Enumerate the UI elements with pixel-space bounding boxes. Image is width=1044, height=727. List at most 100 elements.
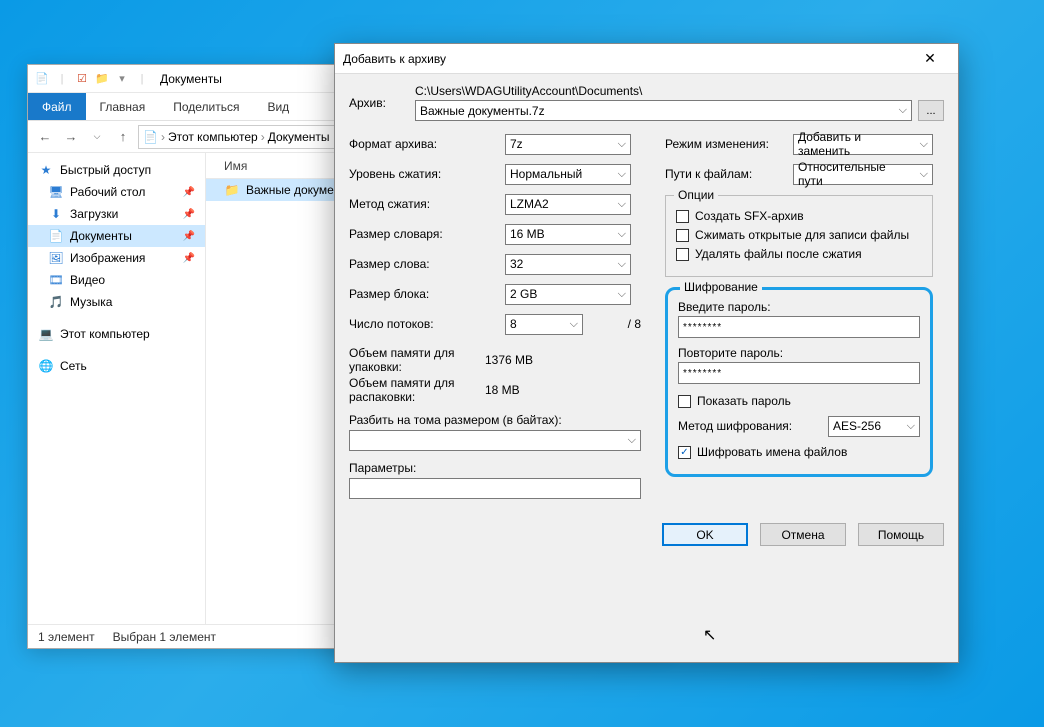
encryption-group: Шифрование Введите пароль: ******** Повт… — [665, 287, 933, 477]
explorer-app-icon: 📄 — [34, 71, 50, 87]
opt-shared-checkbox[interactable]: Сжимать открытые для записи файлы — [676, 228, 922, 242]
archive-path: C:\Users\WDAGUtilityAccount\Documents\ — [415, 84, 944, 98]
cancel-button[interactable]: Отмена — [760, 523, 846, 546]
threads-combo[interactable]: 8 — [505, 314, 583, 335]
qat-divider: | — [54, 71, 70, 87]
format-combo[interactable]: 7z — [505, 134, 631, 155]
split-label: Разбить на тома размером (в байтах): — [349, 413, 641, 427]
checkbox-icon — [678, 395, 691, 408]
sidebar: ★Быстрый доступ 🖥Рабочий стол📌 ⬇Загрузки… — [28, 153, 206, 624]
sidebar-music[interactable]: 🎵Музыка — [28, 291, 205, 313]
options-legend: Опции — [674, 188, 718, 202]
password-input[interactable]: ******** — [678, 316, 920, 338]
opt-sfx-checkbox[interactable]: Создать SFX-архив — [676, 209, 922, 223]
pw2-label: Повторите пароль: — [678, 346, 920, 360]
dialog-buttons: OK Отмена Помощь — [335, 513, 958, 560]
qat-dropdown-icon[interactable]: ▾ — [114, 71, 130, 87]
sidebar-pictures[interactable]: 🖼Изображения📌 — [28, 247, 205, 269]
pc-icon: 💻 — [38, 326, 54, 342]
tab-file[interactable]: Файл — [28, 93, 86, 120]
breadcrumb-folder-icon: 📄 — [143, 130, 158, 144]
folder-icon: 📁 — [224, 182, 240, 198]
show-password-checkbox[interactable]: Показать пароль — [678, 394, 920, 408]
dialog-titlebar: Добавить к архиву ✕ — [335, 44, 958, 74]
encrypt-names-checkbox[interactable]: ✓Шифровать имена файлов — [678, 445, 920, 459]
mem-pack-value: 1376 MB — [485, 353, 641, 367]
tab-share[interactable]: Поделиться — [159, 93, 253, 120]
checkbox-icon — [676, 229, 689, 242]
mem-unpack-value: 18 MB — [485, 383, 641, 397]
password-confirm-input[interactable]: ******** — [678, 362, 920, 384]
checkbox-icon — [676, 210, 689, 223]
format-label: Формат архива: — [349, 137, 505, 151]
method-combo[interactable]: LZMA2 — [505, 194, 631, 215]
videos-icon: 🎞 — [48, 272, 64, 288]
nav-recent-icon[interactable]: ⌵ — [86, 126, 108, 148]
checkbox-icon — [676, 248, 689, 261]
sidebar-downloads[interactable]: ⬇Загрузки📌 — [28, 203, 205, 225]
tab-home[interactable]: Главная — [86, 93, 160, 120]
nav-up-icon[interactable]: ↑ — [112, 126, 134, 148]
ok-button[interactable]: OK — [662, 523, 748, 546]
enc-method-label: Метод шифрования: — [678, 419, 828, 433]
qat-divider: | — [134, 71, 150, 87]
downloads-icon: ⬇ — [48, 206, 64, 222]
breadcrumb-folder[interactable]: Документы — [268, 130, 330, 144]
add-to-archive-dialog: Добавить к архиву ✕ Архив: C:\Users\WDAG… — [334, 43, 959, 663]
block-combo[interactable]: 2 GB — [505, 284, 631, 305]
encryption-legend: Шифрование — [680, 280, 762, 294]
pin-icon: 📌 — [183, 231, 195, 242]
archive-label: Архив: — [349, 84, 415, 110]
explorer-title: Документы — [160, 72, 222, 86]
archive-name-input[interactable]: Важные документы.7z — [415, 100, 912, 121]
tab-view[interactable]: Вид — [253, 93, 303, 120]
documents-icon: 📄 — [48, 228, 64, 244]
dialog-title: Добавить к архиву — [343, 52, 910, 66]
qat-properties-icon[interactable]: ☑ — [74, 71, 90, 87]
pw1-label: Введите пароль: — [678, 300, 920, 314]
checkbox-checked-icon: ✓ — [678, 446, 691, 459]
block-label: Размер блока: — [349, 287, 505, 301]
help-button[interactable]: Помощь — [858, 523, 944, 546]
dict-label: Размер словаря: — [349, 227, 505, 241]
update-mode-combo[interactable]: Добавить и заменить — [793, 134, 933, 155]
status-count: 1 элемент — [38, 630, 95, 644]
network-icon: 🌐 — [38, 358, 54, 374]
enc-method-combo[interactable]: AES-256 — [828, 416, 920, 437]
mem-pack-label: Объем памяти для упаковки: — [349, 346, 485, 374]
mem-unpack-label: Объем памяти для распаковки: — [349, 376, 485, 404]
path-mode-label: Пути к файлам: — [665, 167, 793, 181]
desktop-icon: 🖥 — [48, 184, 64, 200]
word-label: Размер слова: — [349, 257, 505, 271]
update-mode-label: Режим изменения: — [665, 137, 793, 151]
opt-delete-checkbox[interactable]: Удалять файлы после сжатия — [676, 247, 922, 261]
level-combo[interactable]: Нормальный — [505, 164, 631, 185]
browse-button[interactable]: ... — [918, 100, 944, 121]
split-combo[interactable] — [349, 430, 641, 451]
word-combo[interactable]: 32 — [505, 254, 631, 275]
threads-label: Число потоков: — [349, 317, 505, 331]
music-icon: 🎵 — [48, 294, 64, 310]
sidebar-videos[interactable]: 🎞Видео — [28, 269, 205, 291]
star-icon: ★ — [38, 162, 54, 178]
sidebar-documents[interactable]: 📄Документы📌 — [28, 225, 205, 247]
nav-forward-icon[interactable]: → — [60, 126, 82, 148]
method-label: Метод сжатия: — [349, 197, 505, 211]
close-icon[interactable]: ✕ — [910, 45, 950, 73]
status-selection: Выбран 1 элемент — [113, 630, 216, 644]
pin-icon: 📌 — [183, 253, 195, 264]
sidebar-network[interactable]: 🌐Сеть — [28, 355, 205, 377]
nav-back-icon[interactable]: ← — [34, 126, 56, 148]
folder-icon: 📁 — [94, 71, 110, 87]
path-mode-combo[interactable]: Относительные пути — [793, 164, 933, 185]
sidebar-this-pc[interactable]: 💻Этот компьютер — [28, 323, 205, 345]
dict-combo[interactable]: 16 MB — [505, 224, 631, 245]
sidebar-desktop[interactable]: 🖥Рабочий стол📌 — [28, 181, 205, 203]
params-input[interactable] — [349, 478, 641, 499]
pin-icon: 📌 — [183, 209, 195, 220]
breadcrumb-root[interactable]: Этот компьютер — [168, 130, 258, 144]
level-label: Уровень сжатия: — [349, 167, 505, 181]
pictures-icon: 🖼 — [48, 250, 64, 266]
sidebar-quick-access[interactable]: ★Быстрый доступ — [28, 159, 205, 181]
threads-max: / 8 — [583, 317, 641, 331]
